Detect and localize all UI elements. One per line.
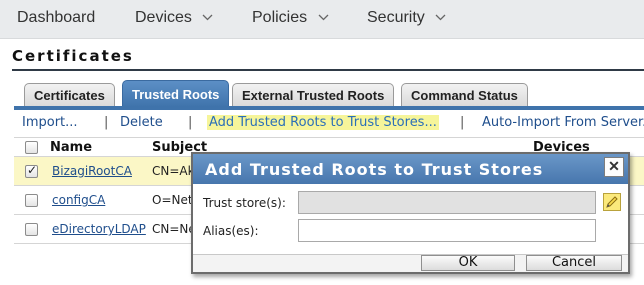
chevron-down-icon: [435, 14, 446, 21]
add-trusted-roots-button[interactable]: Add Trusted Roots to Trust Stores...: [207, 115, 439, 130]
chevron-down-icon: [318, 14, 329, 21]
page-title: Certificates: [12, 47, 134, 65]
tab-external-trusted-roots[interactable]: External Trusted Roots: [232, 83, 395, 107]
dialog-title: Add Trusted Roots to Trust Stores: [193, 154, 628, 184]
nav-dashboard[interactable]: Dashboard: [17, 9, 95, 27]
row-checkbox[interactable]: [25, 194, 38, 207]
nav-devices[interactable]: Devices: [135, 9, 213, 27]
title-divider: [12, 69, 644, 71]
cancel-button[interactable]: Cancel: [526, 255, 622, 271]
ok-button[interactable]: OK: [421, 255, 515, 271]
edit-trust-store-button[interactable]: [603, 193, 621, 211]
dialog-body: Trust store(s): Alias(es):: [193, 184, 628, 254]
nav-dashboard-label: Dashboard: [17, 9, 96, 26]
auto-import-button[interactable]: Auto-Import From Server...: [482, 115, 644, 130]
toolbar-separator: |: [460, 115, 465, 130]
certificate-subject: CN=Ne: [152, 222, 196, 236]
tab-underline: [14, 106, 644, 110]
tab-bar: Certificates Trusted Roots External Trus…: [14, 80, 644, 107]
delete-button[interactable]: Delete: [120, 115, 163, 130]
top-navigation: Dashboard Devices Policies Security: [0, 0, 644, 39]
dialog-footer: OK Cancel: [193, 254, 628, 272]
row-checkbox[interactable]: [25, 223, 38, 236]
alias-label: Alias(es):: [203, 224, 259, 238]
close-icon[interactable]: ✕: [604, 157, 624, 177]
certificate-name-link[interactable]: configCA: [52, 193, 105, 207]
select-all-checkbox[interactable]: [25, 141, 38, 154]
tab-certificates[interactable]: Certificates: [24, 83, 115, 107]
nav-security[interactable]: Security: [367, 9, 446, 27]
nav-policies-label: Policies: [252, 9, 308, 26]
nav-policies[interactable]: Policies: [252, 9, 329, 27]
pencil-icon: [606, 196, 618, 208]
toolbar-separator: |: [188, 115, 193, 130]
alias-field[interactable]: [298, 219, 596, 242]
chevron-down-icon: [202, 14, 213, 21]
add-trusted-roots-dialog: Add Trusted Roots to Trust Stores ✕ Trus…: [191, 152, 630, 274]
trust-store-label: Trust store(s):: [203, 196, 286, 210]
trust-store-field[interactable]: [298, 191, 596, 214]
import-button[interactable]: Import...: [22, 115, 78, 130]
certificate-name-link[interactable]: eDirectoryLDAP: [52, 222, 146, 236]
row-checkbox[interactable]: [25, 163, 38, 178]
nav-security-label: Security: [367, 9, 425, 26]
certificate-subject: O=Netl: [152, 193, 196, 207]
tab-trusted-roots[interactable]: Trusted Roots: [122, 80, 230, 107]
nav-devices-label: Devices: [135, 9, 192, 26]
toolbar-separator: |: [104, 115, 109, 130]
certificate-name-link[interactable]: BizagiRootCA: [52, 164, 132, 178]
tab-command-status[interactable]: Command Status: [401, 83, 528, 107]
column-header-name[interactable]: Name: [50, 140, 92, 155]
